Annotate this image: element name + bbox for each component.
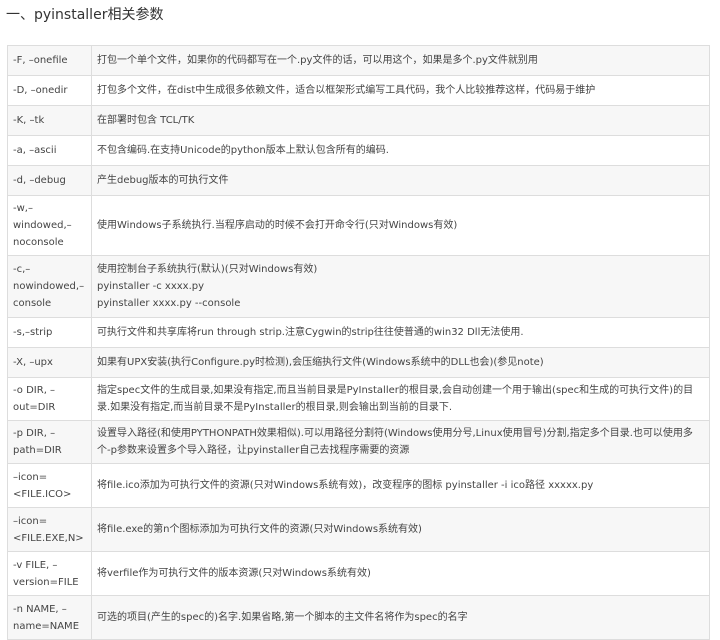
description-text: 在部署时包含 TCL/TK	[97, 112, 704, 129]
table-row: –icon=<FILE.EXE,N> 将file.exe的第n个图标添加为可执行文…	[8, 508, 710, 552]
description-text: 打包多个文件，在dist中生成很多依赖文件，适合以框架形式编写工具代码，我个人比…	[97, 82, 704, 99]
table-row: -o DIR, –out=DIR 指定spec文件的生成目录,如果没有指定,而且当…	[8, 378, 710, 421]
parameters-table: -F, –onefile 打包一个单个文件，如果你的代码都写在一个.py文件的话，…	[7, 45, 710, 640]
option-text: path=DIR	[13, 442, 86, 459]
description-text: 个-p参数来设置多个导入路径，让pyinstaller自己去找程序需要的资源	[97, 442, 704, 459]
option-text: –icon=	[13, 513, 86, 530]
description-text: 将verfile作为可执行文件的版本资源(只对Windows系统有效)	[97, 565, 704, 582]
option-text: noconsole	[13, 234, 86, 251]
option-text: -X, –upx	[13, 354, 86, 371]
option-text: -o DIR, –	[13, 382, 86, 399]
option-text: nowindowed,–	[13, 278, 86, 295]
description-cell: 产生debug版本的可执行文件	[92, 166, 710, 196]
option-cell: -v FILE, –version=FILE	[8, 552, 92, 596]
option-cell: -c,–nowindowed,–console	[8, 256, 92, 318]
option-cell: –icon=<FILE.EXE,N>	[8, 508, 92, 552]
table-row: -X, –upx 如果有UPX安装(执行Configure.py时检测),会压缩执…	[8, 348, 710, 378]
description-text: 可执行文件和共享库将run through strip.注意Cygwin的str…	[97, 324, 704, 341]
option-cell: -K, –tk	[8, 106, 92, 136]
description-cell: 将file.exe的第n个图标添加为可执行文件的资源(只对Windows系统有效…	[92, 508, 710, 552]
table-row: -v FILE, –version=FILE 将verfile作为可执行文件的版本…	[8, 552, 710, 596]
option-cell: -w,–windowed,–noconsole	[8, 196, 92, 256]
option-text: -s,–strip	[13, 324, 86, 341]
option-cell: -D, –onedir	[8, 76, 92, 106]
option-text: version=FILE	[13, 574, 86, 591]
description-cell: 如果有UPX安装(执行Configure.py时检测),会压缩执行文件(Wind…	[92, 348, 710, 378]
option-text: <FILE.ICO>	[13, 486, 86, 503]
description-text: 设置导入路径(和使用PYTHONPATH效果相似).可以用路径分割符(Windo…	[97, 425, 704, 442]
option-cell: -a, –ascii	[8, 136, 92, 166]
table-row: -w,–windowed,–noconsole 使用Windows子系统执行.当程…	[8, 196, 710, 256]
description-cell: 设置导入路径(和使用PYTHONPATH效果相似).可以用路径分割符(Windo…	[92, 421, 710, 464]
description-text: 如果有UPX安装(执行Configure.py时检测),会压缩执行文件(Wind…	[97, 354, 704, 371]
description-text: 可选的项目(产生的spec的)名字.如果省略,第一个脚本的主文件名将作为spec…	[97, 609, 704, 626]
description-text: pyinstaller xxxx.py --console	[97, 295, 704, 312]
option-text: -F, –onefile	[13, 52, 86, 69]
description-cell: 打包多个文件，在dist中生成很多依赖文件，适合以框架形式编写工具代码，我个人比…	[92, 76, 710, 106]
description-text: 将file.exe的第n个图标添加为可执行文件的资源(只对Windows系统有效…	[97, 521, 704, 538]
option-text: windowed,–	[13, 217, 86, 234]
table-row: -d, –debug 产生debug版本的可执行文件	[8, 166, 710, 196]
option-cell: -d, –debug	[8, 166, 92, 196]
table-row: -F, –onefile 打包一个单个文件，如果你的代码都写在一个.py文件的话，…	[8, 46, 710, 76]
option-cell: -s,–strip	[8, 318, 92, 348]
option-cell: -p DIR, –path=DIR	[8, 421, 92, 464]
table-row: -n NAME, –name=NAME 可选的项目(产生的spec的)名字.如果省…	[8, 596, 710, 640]
option-text: out=DIR	[13, 399, 86, 416]
description-cell: 在部署时包含 TCL/TK	[92, 106, 710, 136]
description-text: 指定spec文件的生成目录,如果没有指定,而且当前目录是PyInstaller的…	[97, 382, 704, 399]
section-heading: 一、pyinstaller相关参数	[6, 5, 163, 25]
table-row: -s,–strip 可执行文件和共享库将run through strip.注意C…	[8, 318, 710, 348]
description-cell: 可选的项目(产生的spec的)名字.如果省略,第一个脚本的主文件名将作为spec…	[92, 596, 710, 640]
article-page: 一、pyinstaller相关参数 -F, –onefile 打包一个单个文件，如…	[0, 0, 720, 640]
description-text: 产生debug版本的可执行文件	[97, 172, 704, 189]
table-row: –icon=<FILE.ICO> 将file.ico添加为可执行文件的资源(只对W…	[8, 464, 710, 508]
description-text: 打包一个单个文件，如果你的代码都写在一个.py文件的话，可以用这个，如果是多个.…	[97, 52, 704, 69]
option-text: -p DIR, –	[13, 425, 86, 442]
option-text: name=NAME	[13, 618, 86, 635]
option-cell: -F, –onefile	[8, 46, 92, 76]
option-text: -n NAME, –	[13, 601, 86, 618]
description-cell: 指定spec文件的生成目录,如果没有指定,而且当前目录是PyInstaller的…	[92, 378, 710, 421]
option-text: -d, –debug	[13, 172, 86, 189]
option-cell: -X, –upx	[8, 348, 92, 378]
option-text: console	[13, 295, 86, 312]
option-text: –icon=	[13, 469, 86, 486]
option-text: -v FILE, –	[13, 557, 86, 574]
description-cell: 将file.ico添加为可执行文件的资源(只对Windows系统有效)，改变程序…	[92, 464, 710, 508]
option-text: -K, –tk	[13, 112, 86, 129]
option-cell: –icon=<FILE.ICO>	[8, 464, 92, 508]
description-text: 使用Windows子系统执行.当程序启动的时候不会打开命令行(只对Windows…	[97, 217, 704, 234]
option-text: -D, –onedir	[13, 82, 86, 99]
description-text: 使用控制台子系统执行(默认)(只对Windows有效)	[97, 261, 704, 278]
option-text: -c,–	[13, 261, 86, 278]
table-row: -K, –tk 在部署时包含 TCL/TK	[8, 106, 710, 136]
description-text: pyinstaller -c xxxx.py	[97, 278, 704, 295]
description-cell: 不包含编码.在支持Unicode的python版本上默认包含所有的编码.	[92, 136, 710, 166]
description-cell: 将verfile作为可执行文件的版本资源(只对Windows系统有效)	[92, 552, 710, 596]
description-text: 将file.ico添加为可执行文件的资源(只对Windows系统有效)，改变程序…	[97, 477, 704, 494]
description-text: 不包含编码.在支持Unicode的python版本上默认包含所有的编码.	[97, 142, 704, 159]
table-row: -D, –onedir 打包多个文件，在dist中生成很多依赖文件，适合以框架形式…	[8, 76, 710, 106]
option-text: <FILE.EXE,N>	[13, 530, 86, 547]
description-cell: 可执行文件和共享库将run through strip.注意Cygwin的str…	[92, 318, 710, 348]
option-cell: -o DIR, –out=DIR	[8, 378, 92, 421]
option-text: -w,–	[13, 200, 86, 217]
option-text: -a, –ascii	[13, 142, 86, 159]
table-row: -a, –ascii 不包含编码.在支持Unicode的python版本上默认包含…	[8, 136, 710, 166]
description-cell: 使用Windows子系统执行.当程序启动的时候不会打开命令行(只对Windows…	[92, 196, 710, 256]
option-cell: -n NAME, –name=NAME	[8, 596, 92, 640]
parameters-table-body: -F, –onefile 打包一个单个文件，如果你的代码都写在一个.py文件的话，…	[8, 46, 710, 640]
description-cell: 使用控制台子系统执行(默认)(只对Windows有效)pyinstaller -…	[92, 256, 710, 318]
description-cell: 打包一个单个文件，如果你的代码都写在一个.py文件的话，可以用这个，如果是多个.…	[92, 46, 710, 76]
description-text: 录.如果没有指定,而当前目录不是PyInstaller的根目录,则会输出到当前的…	[97, 399, 704, 416]
table-row: -p DIR, –path=DIR 设置导入路径(和使用PYTHONPATH效果相…	[8, 421, 710, 464]
table-row: -c,–nowindowed,–console使用控制台子系统执行(默认)(只对…	[8, 256, 710, 318]
